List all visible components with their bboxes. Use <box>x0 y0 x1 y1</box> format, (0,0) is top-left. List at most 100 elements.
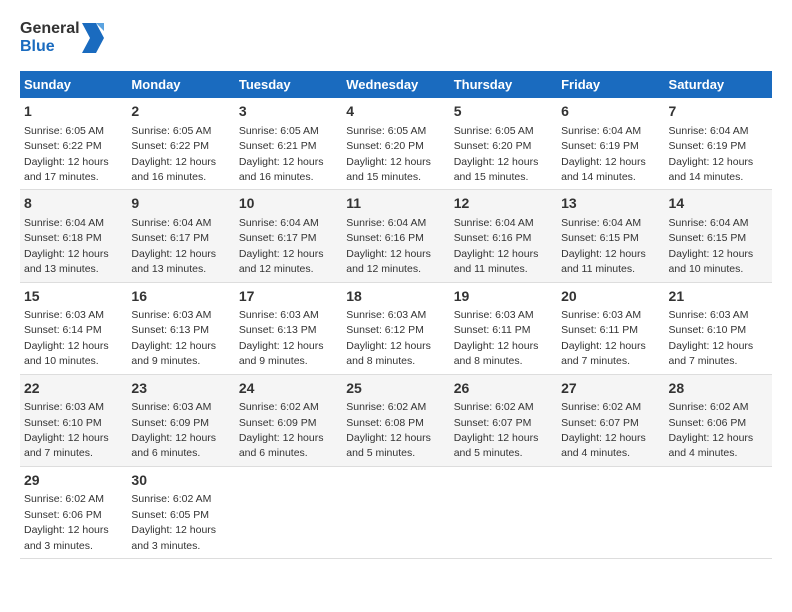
day-number: 16 <box>131 287 230 307</box>
logo-chevron-icon <box>82 23 104 53</box>
day-detail: Sunrise: 6:04 AMSunset: 6:17 PMDaylight:… <box>239 217 324 275</box>
day-number: 20 <box>561 287 660 307</box>
day-number: 14 <box>669 194 768 214</box>
day-number: 30 <box>131 471 230 491</box>
day-cell: 13 Sunrise: 6:04 AMSunset: 6:15 PMDayligh… <box>557 190 664 282</box>
day-number: 10 <box>239 194 338 214</box>
day-detail: Sunrise: 6:03 AMSunset: 6:13 PMDaylight:… <box>131 309 216 367</box>
day-cell <box>557 466 664 558</box>
day-cell: 14 Sunrise: 6:04 AMSunset: 6:15 PMDayligh… <box>665 190 772 282</box>
day-number: 27 <box>561 379 660 399</box>
day-detail: Sunrise: 6:04 AMSunset: 6:16 PMDaylight:… <box>346 217 431 275</box>
day-detail: Sunrise: 6:03 AMSunset: 6:11 PMDaylight:… <box>561 309 646 367</box>
day-cell: 10 Sunrise: 6:04 AMSunset: 6:17 PMDayligh… <box>235 190 342 282</box>
day-detail: Sunrise: 6:03 AMSunset: 6:10 PMDaylight:… <box>24 401 109 459</box>
day-detail: Sunrise: 6:02 AMSunset: 6:09 PMDaylight:… <box>239 401 324 459</box>
calendar-table: SundayMondayTuesdayWednesdayThursdayFrid… <box>20 71 772 559</box>
day-cell: 20Sunrise: 6:03 AMSunset: 6:11 PMDayligh… <box>557 282 664 374</box>
day-number: 7 <box>669 102 768 122</box>
logo-image: General Blue <box>20 20 104 55</box>
day-number: 1 <box>24 102 123 122</box>
day-number: 13 <box>561 194 660 214</box>
day-number: 15 <box>24 287 123 307</box>
day-detail: Sunrise: 6:04 AMSunset: 6:15 PMDaylight:… <box>669 217 754 275</box>
day-number: 23 <box>131 379 230 399</box>
day-detail: Sunrise: 6:04 AMSunset: 6:19 PMDaylight:… <box>561 125 646 183</box>
day-cell <box>665 466 772 558</box>
day-detail: Sunrise: 6:02 AMSunset: 6:06 PMDaylight:… <box>669 401 754 459</box>
day-cell: 25Sunrise: 6:02 AMSunset: 6:08 PMDayligh… <box>342 374 449 466</box>
day-detail: Sunrise: 6:04 AMSunset: 6:17 PMDaylight:… <box>131 217 216 275</box>
header-monday: Monday <box>127 71 234 98</box>
week-row-5: 29Sunrise: 6:02 AMSunset: 6:06 PMDayligh… <box>20 466 772 558</box>
day-detail: Sunrise: 6:03 AMSunset: 6:10 PMDaylight:… <box>669 309 754 367</box>
header-friday: Friday <box>557 71 664 98</box>
day-cell: 2 Sunrise: 6:05 AMSunset: 6:22 PMDaylight… <box>127 98 234 190</box>
header-sunday: Sunday <box>20 71 127 98</box>
day-cell: 7 Sunrise: 6:04 AMSunset: 6:19 PMDaylight… <box>665 98 772 190</box>
header-saturday: Saturday <box>665 71 772 98</box>
day-cell: 1Sunrise: 6:05 AMSunset: 6:22 PMDaylight… <box>20 98 127 190</box>
day-detail: Sunrise: 6:03 AMSunset: 6:11 PMDaylight:… <box>454 309 539 367</box>
day-cell: 17Sunrise: 6:03 AMSunset: 6:13 PMDayligh… <box>235 282 342 374</box>
day-detail: Sunrise: 6:02 AMSunset: 6:08 PMDaylight:… <box>346 401 431 459</box>
day-number: 4 <box>346 102 445 122</box>
day-cell: 27Sunrise: 6:02 AMSunset: 6:07 PMDayligh… <box>557 374 664 466</box>
day-detail: Sunrise: 6:03 AMSunset: 6:12 PMDaylight:… <box>346 309 431 367</box>
day-detail: Sunrise: 6:02 AMSunset: 6:05 PMDaylight:… <box>131 493 216 551</box>
day-number: 12 <box>454 194 553 214</box>
day-number: 17 <box>239 287 338 307</box>
header-wednesday: Wednesday <box>342 71 449 98</box>
page-header: General Blue <box>20 20 772 55</box>
day-cell: 18Sunrise: 6:03 AMSunset: 6:12 PMDayligh… <box>342 282 449 374</box>
day-cell: 9 Sunrise: 6:04 AMSunset: 6:17 PMDaylight… <box>127 190 234 282</box>
day-number: 19 <box>454 287 553 307</box>
day-number: 21 <box>669 287 768 307</box>
day-detail: Sunrise: 6:05 AMSunset: 6:21 PMDaylight:… <box>239 125 324 183</box>
day-cell <box>342 466 449 558</box>
day-cell: 6 Sunrise: 6:04 AMSunset: 6:19 PMDaylight… <box>557 98 664 190</box>
day-number: 3 <box>239 102 338 122</box>
day-cell: 28Sunrise: 6:02 AMSunset: 6:06 PMDayligh… <box>665 374 772 466</box>
week-row-3: 15Sunrise: 6:03 AMSunset: 6:14 PMDayligh… <box>20 282 772 374</box>
day-detail: Sunrise: 6:05 AMSunset: 6:20 PMDaylight:… <box>454 125 539 183</box>
day-number: 6 <box>561 102 660 122</box>
day-number: 24 <box>239 379 338 399</box>
week-row-1: 1 Sunrise: 6:05 AMSunset: 6:22 PMDaylight… <box>20 98 772 190</box>
day-detail: Sunrise: 6:04 AMSunset: 6:18 PMDaylight:… <box>24 217 109 275</box>
day-cell: 29Sunrise: 6:02 AMSunset: 6:06 PMDayligh… <box>20 466 127 558</box>
header-row: SundayMondayTuesdayWednesdayThursdayFrid… <box>20 71 772 98</box>
day-detail: Sunrise: 6:05 AMSunset: 6:22 PMDaylight:… <box>131 125 216 183</box>
day-number: 2 <box>131 102 230 122</box>
day-cell: 3 Sunrise: 6:05 AMSunset: 6:21 PMDaylight… <box>235 98 342 190</box>
day-detail: Sunrise: 6:04 AMSunset: 6:16 PMDaylight:… <box>454 217 539 275</box>
day-cell: 30Sunrise: 6:02 AMSunset: 6:05 PMDayligh… <box>127 466 234 558</box>
day-number: 18 <box>346 287 445 307</box>
day-cell: 22Sunrise: 6:03 AMSunset: 6:10 PMDayligh… <box>20 374 127 466</box>
day-detail: Sunrise: 6:04 AMSunset: 6:15 PMDaylight:… <box>561 217 646 275</box>
day-number: 8 <box>24 194 123 214</box>
day-cell: 23Sunrise: 6:03 AMSunset: 6:09 PMDayligh… <box>127 374 234 466</box>
day-detail: Sunrise: 6:03 AMSunset: 6:09 PMDaylight:… <box>131 401 216 459</box>
day-cell <box>450 466 557 558</box>
day-cell: 4Sunrise: 6:05 AMSunset: 6:20 PMDaylight… <box>342 98 449 190</box>
day-number: 5 <box>454 102 553 122</box>
day-detail: Sunrise: 6:04 AMSunset: 6:19 PMDaylight:… <box>669 125 754 183</box>
header-tuesday: Tuesday <box>235 71 342 98</box>
day-detail: Sunrise: 6:03 AMSunset: 6:14 PMDaylight:… <box>24 309 109 367</box>
day-cell: 19Sunrise: 6:03 AMSunset: 6:11 PMDayligh… <box>450 282 557 374</box>
day-detail: Sunrise: 6:03 AMSunset: 6:13 PMDaylight:… <box>239 309 324 367</box>
day-cell <box>235 466 342 558</box>
header-thursday: Thursday <box>450 71 557 98</box>
day-cell: 24Sunrise: 6:02 AMSunset: 6:09 PMDayligh… <box>235 374 342 466</box>
day-cell: 26Sunrise: 6:02 AMSunset: 6:07 PMDayligh… <box>450 374 557 466</box>
day-cell: 15Sunrise: 6:03 AMSunset: 6:14 PMDayligh… <box>20 282 127 374</box>
day-cell: 16Sunrise: 6:03 AMSunset: 6:13 PMDayligh… <box>127 282 234 374</box>
day-cell: 21Sunrise: 6:03 AMSunset: 6:10 PMDayligh… <box>665 282 772 374</box>
day-detail: Sunrise: 6:02 AMSunset: 6:07 PMDaylight:… <box>561 401 646 459</box>
day-number: 29 <box>24 471 123 491</box>
day-number: 28 <box>669 379 768 399</box>
day-number: 22 <box>24 379 123 399</box>
day-cell: 11Sunrise: 6:04 AMSunset: 6:16 PMDayligh… <box>342 190 449 282</box>
day-number: 9 <box>131 194 230 214</box>
